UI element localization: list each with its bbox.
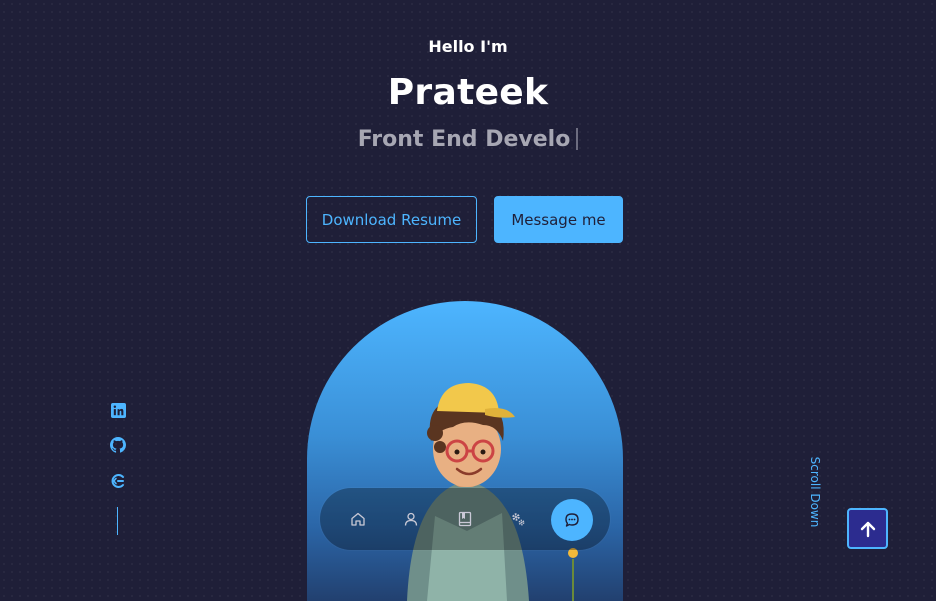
greeting-text: Hello I'm — [428, 37, 508, 56]
role-typewriter: Front End Develo — [0, 127, 936, 152]
github-icon — [110, 437, 126, 453]
linkedin-icon — [110, 402, 126, 418]
user-icon — [404, 512, 418, 526]
nav-experience[interactable] — [445, 499, 485, 539]
role-text: Front End Develo — [357, 127, 571, 152]
github-link[interactable] — [108, 435, 128, 455]
scroll-down-label: Scroll Down — [808, 456, 822, 528]
page-title: Prateek — [387, 72, 549, 113]
linkedin-link[interactable] — [108, 400, 128, 420]
scroll-down-link[interactable]: Scroll Down — [795, 455, 835, 535]
services-gear-icon — [512, 513, 525, 526]
typing-cursor — [576, 128, 579, 150]
social-divider-line — [117, 507, 118, 535]
google-developers-link[interactable] — [108, 471, 128, 491]
home-icon — [351, 512, 365, 526]
scroll-to-top-button[interactable] — [847, 508, 888, 549]
bottom-nav — [320, 488, 610, 550]
google-developers-icon — [111, 474, 124, 488]
message-me-button[interactable]: Message me — [494, 196, 623, 243]
chat-icon — [565, 513, 579, 527]
avatar-illustration — [407, 383, 578, 601]
hero-section: Hello I'm Prateek Front End Develo Downl… — [0, 0, 936, 601]
nav-about[interactable] — [391, 499, 431, 539]
avatar-arch — [307, 301, 623, 601]
nav-services[interactable] — [498, 499, 538, 539]
download-resume-button[interactable]: Download Resume — [306, 196, 477, 243]
nav-contact[interactable] — [551, 499, 593, 541]
arrow-up-icon — [860, 521, 875, 537]
nav-home[interactable] — [338, 499, 378, 539]
book-icon — [458, 511, 472, 527]
